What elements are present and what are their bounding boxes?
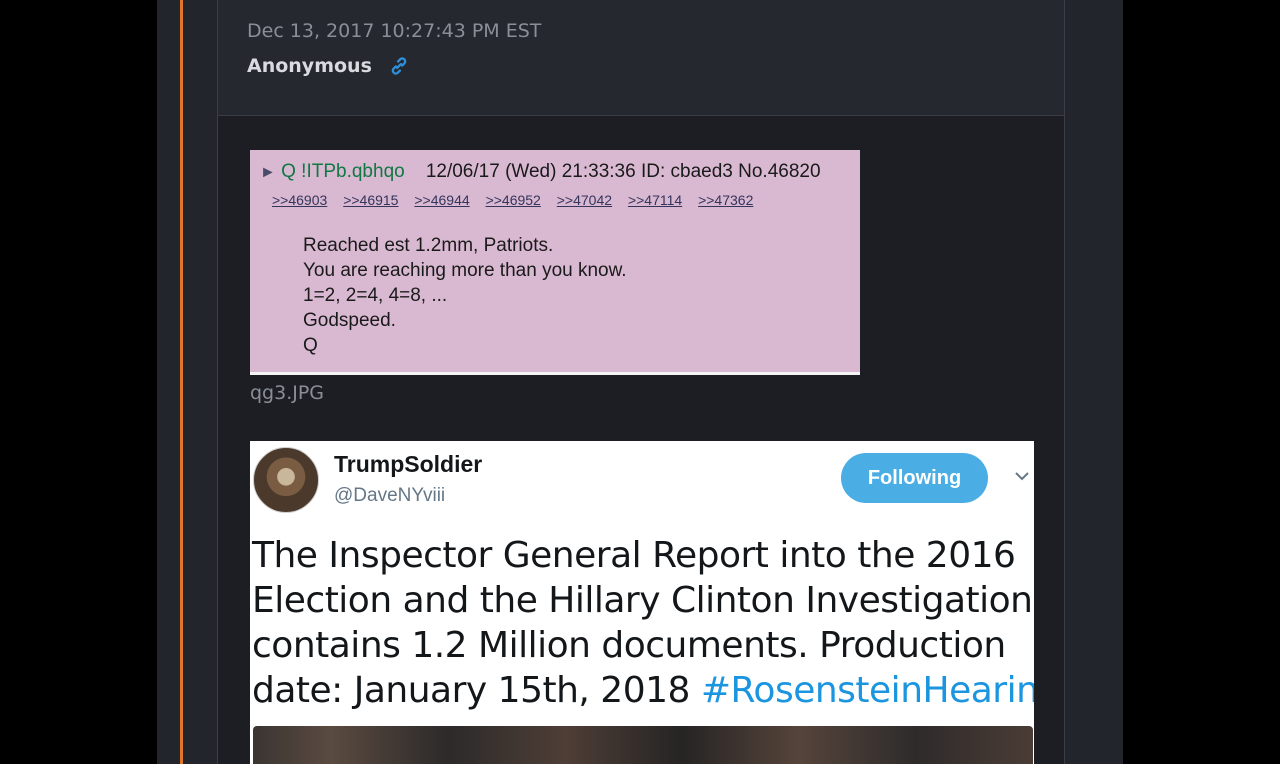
q-post-header: ► Q !ITPb.qbhqo 12/06/17 (Wed) 21:33:36 …	[260, 161, 821, 183]
reply-link: >>47042	[556, 192, 613, 208]
tweet-text: The Inspector General Report into the 20…	[252, 533, 1034, 713]
image-caption[interactable]: qg3.JPG	[250, 382, 324, 404]
q-post-image[interactable]: ► Q !ITPb.qbhqo 12/06/17 (Wed) 21:33:36 …	[250, 150, 860, 375]
reply-link: >>46903	[272, 192, 328, 208]
page-shell: Dec 13, 2017 10:27:43 PM EST Anonymous ►	[0, 0, 1280, 764]
q-post-line: Reached est 1.2mm, Patriots.	[303, 235, 554, 256]
tweet-handle: @DaveNYviii	[334, 485, 446, 506]
author-row: Anonymous	[247, 55, 410, 77]
q-post-body: Reached est 1.2mm, Patriots. You are rea…	[303, 233, 627, 358]
chevron-down-icon	[1015, 472, 1029, 481]
tweet-photo	[253, 726, 1033, 764]
reply-link: >>46952	[485, 192, 541, 208]
tweet-image[interactable]: TrumpSoldier @DaveNYviii Following The I…	[250, 441, 1034, 764]
reply-link: >>47114	[627, 192, 683, 208]
reply-link: >>46944	[414, 192, 470, 208]
q-post-line: Godspeed.	[303, 310, 396, 331]
reply-link: >>46915	[343, 192, 399, 208]
link-icon[interactable]	[388, 55, 410, 77]
post-timestamp: Dec 13, 2017 10:27:43 PM EST	[247, 20, 542, 42]
triangle-arrow-icon: ►	[260, 164, 276, 181]
following-button: Following	[841, 453, 988, 503]
q-post-replies: >>46903 >>46915 >>46944 >>46952 >>47042 …	[272, 192, 765, 208]
tweet-author-name: TrumpSoldier	[334, 451, 483, 477]
author-name: Anonymous	[247, 55, 372, 77]
q-post-meta: 12/06/17 (Wed) 21:33:36 ID: cbaed3 No.46…	[425, 161, 821, 182]
q-post-line: Q	[303, 335, 318, 356]
q-post-line: You are reaching more than you know.	[303, 260, 627, 281]
tweet-text-line-last: date: January 15th, 2018 #RosensteinHear…	[252, 668, 1034, 713]
tweet-text-line: date: January 15th, 2018	[252, 670, 701, 711]
hashtag-link: #RosensteinHearing	[700, 670, 1034, 711]
avatar	[253, 447, 319, 513]
tweet-text-line: The Inspector General Report into the 20…	[252, 535, 1016, 576]
q-post-name: Q !ITPb.qbhqo	[281, 161, 405, 182]
tweet-text-line: contains 1.2 Million documents. Producti…	[252, 625, 1006, 666]
q-post-line: 1=2, 2=4, 4=8, ...	[303, 285, 448, 306]
post-header: Dec 13, 2017 10:27:43 PM EST Anonymous	[218, 0, 1064, 116]
accent-bar	[180, 0, 183, 764]
tweet-text-line: Election and the Hillary Clinton Investi…	[252, 580, 1033, 621]
reply-link: >>47362	[698, 192, 754, 208]
